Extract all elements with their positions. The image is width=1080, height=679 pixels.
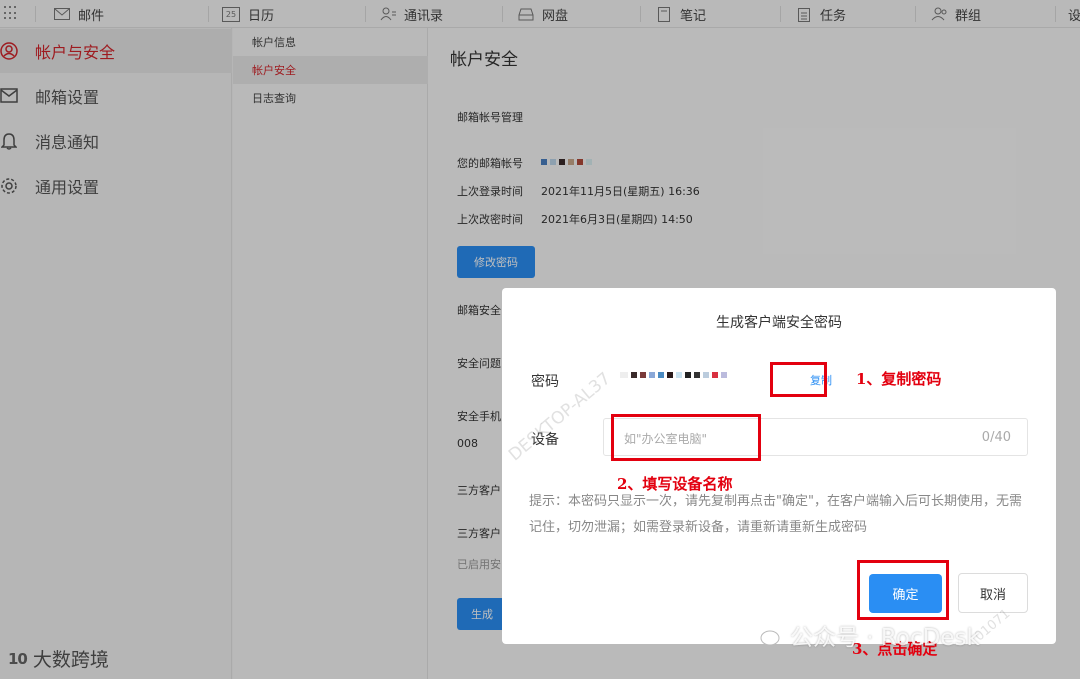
annotation-box-copy	[770, 362, 827, 397]
annotation-box-confirm	[857, 560, 949, 620]
wechat-icon	[750, 624, 780, 646]
annotation-step1: 1、复制密码	[856, 370, 942, 388]
annotation-step2: 2、填写设备名称	[617, 475, 733, 493]
device-char-count: 0/40	[981, 430, 1011, 445]
wechat-watermark: 公众号 · RocDesk	[750, 618, 980, 652]
dialog-tip: 提示：本密码只显示一次，请先复制再点击"确定"，在客户端输入后可长期使用，无需记…	[529, 494, 1022, 535]
annotation-box-device	[611, 414, 761, 461]
dialog-title: 生成客户端安全密码	[716, 315, 842, 331]
generate-password-dialog: 生成客户端安全密码 密码 复制 设备 如"办公室电脑" 0/40 提示：本密码只…	[502, 288, 1056, 644]
wechat-watermark-text: 公众号 · RocDesk	[790, 625, 980, 651]
password-label: 密码	[531, 374, 559, 390]
password-value-masked	[620, 372, 730, 378]
cancel-button[interactable]: 取消	[958, 573, 1028, 613]
